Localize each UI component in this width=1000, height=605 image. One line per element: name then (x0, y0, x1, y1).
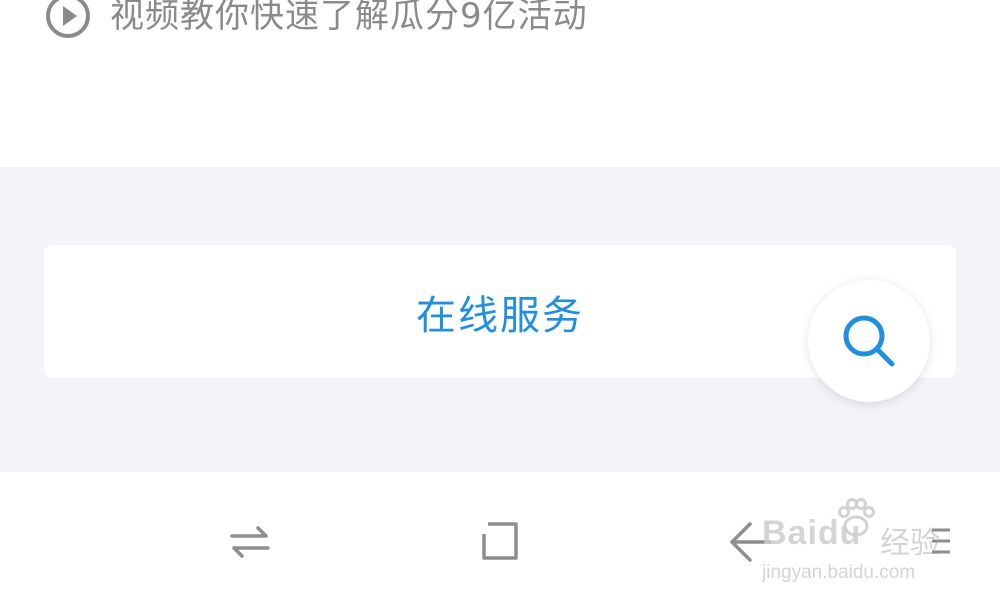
search-floating-button[interactable] (808, 280, 930, 402)
online-service-label: 在线服务 (416, 292, 584, 339)
square-home-icon (482, 522, 518, 560)
home-button[interactable] (478, 520, 522, 564)
switch-arrows-icon (230, 526, 270, 558)
switch-apps-button[interactable] (228, 520, 272, 564)
system-navigation-bar (0, 472, 1000, 605)
play-circle-icon (46, 0, 90, 38)
video-tutorial-text: 视频教你快速了解瓜分9亿活动 (110, 0, 588, 36)
video-tutorial-link[interactable]: 视频教你快速了解瓜分9亿活动 (44, 0, 588, 40)
menu-icon[interactable] (930, 526, 952, 556)
top-section: 视频教你快速了解瓜分9亿活动 (0, 0, 1000, 167)
back-button[interactable] (728, 520, 772, 564)
search-icon (843, 315, 895, 367)
back-arrow-icon (730, 522, 772, 562)
